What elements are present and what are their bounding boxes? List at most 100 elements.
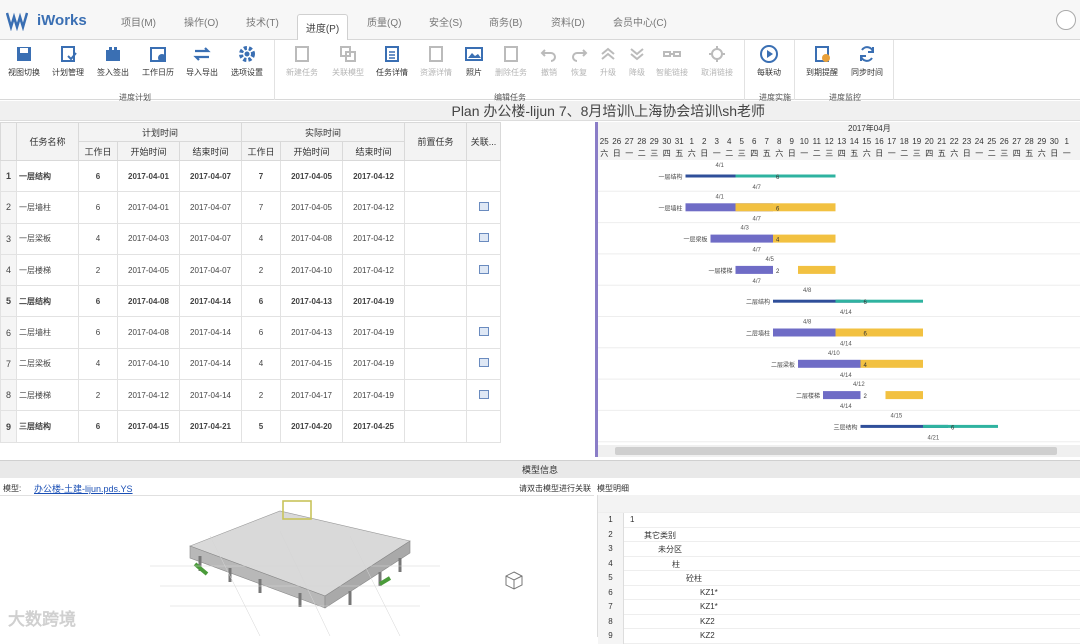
predecessor-cell[interactable] (404, 222, 468, 255)
cell-aw[interactable]: 7 (241, 191, 282, 224)
tree-node-label[interactable]: 柱 (672, 559, 680, 570)
row-number[interactable]: 6 (0, 316, 17, 349)
cell-pe[interactable]: 2017-04-07 (178, 222, 243, 255)
cell-pw[interactable]: 6 (78, 410, 118, 443)
cell-pw[interactable]: 6 (78, 191, 118, 224)
cell-ps[interactable]: 2017-04-08 (117, 316, 180, 349)
cell-pe[interactable]: 2017-04-07 (178, 159, 243, 193)
tab-project[interactable]: 项目(M) (121, 14, 156, 29)
cell-as[interactable]: 2017-04-17 (280, 379, 344, 412)
task-detail-button[interactable]: 任务详情 (376, 44, 408, 78)
undo-button[interactable]: 撤销 (539, 44, 559, 78)
cell-ps[interactable]: 2017-04-15 (117, 410, 180, 443)
table-row[interactable]: 6 二层墙柱 6 2017-04-08 2017-04-14 6 2017-04-13 201… (0, 316, 502, 349)
cell-aw[interactable]: 4 (241, 222, 282, 255)
cell-ps[interactable]: 2017-04-01 (117, 191, 180, 224)
cell-pw[interactable]: 2 (78, 253, 118, 287)
tree-row[interactable]: 8 KZ2 (598, 614, 1080, 629)
tree-row[interactable]: 11 (598, 513, 1080, 528)
tree-node-label[interactable]: 1 (630, 515, 634, 524)
tab-technology[interactable]: 技术(T) (246, 14, 279, 29)
tab-business[interactable]: 商务(B) (489, 14, 522, 29)
actual-workdays-header[interactable]: 工作日 (241, 141, 282, 161)
cell-ae[interactable]: 2017-04-12 (342, 253, 406, 287)
tree-node-label[interactable]: 砼柱 (686, 573, 702, 584)
table-row[interactable]: 7 二层梁板 4 2017-04-10 2017-04-14 4 2017-04-15 201… (0, 347, 502, 381)
plan-manage-button[interactable]: 计划管理 (52, 44, 84, 78)
tree-node-label[interactable]: KZ1* (700, 602, 718, 611)
cell-aw[interactable]: 7 (241, 159, 282, 193)
cell-ps[interactable]: 2017-04-08 (117, 285, 180, 318)
planned-workdays-header[interactable]: 工作日 (78, 141, 118, 161)
due-reminder-button[interactable]: 到期提醒 (806, 44, 838, 78)
cell-ae[interactable]: 2017-04-12 (342, 159, 406, 193)
cell-as[interactable]: 2017-04-15 (280, 347, 344, 381)
model-link-icon[interactable] (478, 327, 489, 337)
cell-pw[interactable]: 2 (78, 379, 118, 412)
downgrade-button[interactable]: 降级 (627, 44, 647, 78)
task-name-cell[interactable]: 二层梁板 (16, 347, 79, 381)
cell-ps[interactable]: 2017-04-05 (117, 253, 180, 287)
cell-aw[interactable]: 5 (241, 410, 282, 443)
related-cell[interactable] (466, 347, 502, 381)
task-name-header[interactable]: 任务名称 (16, 122, 79, 161)
predecessor-cell[interactable] (404, 379, 468, 412)
table-row[interactable]: 4 一层楼梯 2 2017-04-05 2017-04-07 2 2017-04-10 201… (0, 253, 502, 287)
related-cell[interactable] (466, 285, 502, 318)
related-cell[interactable] (466, 379, 502, 412)
tree-row[interactable]: 9 KZ2 (598, 629, 1080, 644)
table-row[interactable]: 1 一层结构 6 2017-04-01 2017-04-07 7 2017-04-05 201… (0, 159, 502, 193)
cell-pe[interactable]: 2017-04-14 (178, 316, 243, 349)
predecessor-cell[interactable] (404, 191, 468, 224)
cell-ps[interactable]: 2017-04-01 (117, 159, 180, 193)
related-cell[interactable] (466, 410, 502, 443)
task-name-cell[interactable]: 一层梁板 (16, 222, 79, 255)
tree-node-label[interactable]: KZ2 (700, 617, 715, 626)
cell-ae[interactable]: 2017-04-19 (342, 285, 406, 318)
gantt-scroll-thumb[interactable] (615, 447, 1057, 455)
cell-pw[interactable]: 6 (78, 316, 118, 349)
photo-button[interactable]: 照片 (464, 44, 484, 78)
import-export-button[interactable]: 导入导出 (186, 44, 218, 78)
predecessor-header[interactable]: 前置任务 (404, 122, 468, 161)
actual-end-header[interactable]: 结束时间 (342, 141, 406, 161)
user-avatar-icon[interactable] (1056, 10, 1076, 30)
view-switch-button[interactable]: 视图切换 (8, 44, 40, 78)
model-link-icon[interactable] (478, 264, 489, 274)
cell-ps[interactable]: 2017-04-10 (117, 347, 180, 381)
row-number[interactable]: 7 (0, 347, 17, 381)
predecessor-cell[interactable] (404, 316, 468, 349)
row-number[interactable]: 8 (0, 379, 17, 412)
cell-aw[interactable]: 2 (241, 253, 282, 287)
planned-end-header[interactable]: 结束时间 (178, 141, 243, 161)
tab-operation[interactable]: 操作(O) (184, 14, 218, 29)
new-task-button[interactable]: 新建任务 (286, 44, 318, 78)
cell-ae[interactable]: 2017-04-12 (342, 222, 406, 255)
task-name-cell[interactable]: 二层墙柱 (16, 316, 79, 349)
tree-node-label[interactable]: KZ2 (700, 631, 715, 640)
table-row[interactable]: 9 三层结构 6 2017-04-15 2017-04-21 5 2017-04-20 201… (0, 410, 502, 443)
tree-node-label[interactable]: 其它类别 (644, 530, 676, 541)
row-number[interactable]: 9 (0, 410, 17, 443)
cell-aw[interactable]: 6 (241, 316, 282, 349)
cancel-link-button[interactable]: 取消链接 (701, 44, 733, 78)
task-name-cell[interactable]: 三层结构 (16, 410, 79, 443)
linkage-button[interactable]: 每联动 (757, 44, 781, 78)
related-cell[interactable] (466, 253, 502, 287)
related-cell[interactable] (466, 222, 502, 255)
tree-row[interactable]: 6 KZ1* (598, 585, 1080, 600)
row-number[interactable]: 5 (0, 285, 17, 318)
cell-ae[interactable]: 2017-04-19 (342, 316, 406, 349)
task-name-cell[interactable]: 二层楼梯 (16, 379, 79, 412)
cell-ae[interactable]: 2017-04-19 (342, 379, 406, 412)
table-row[interactable]: 8 二层楼梯 2 2017-04-12 2017-04-14 2 2017-04-17 201… (0, 379, 502, 412)
cell-aw[interactable]: 6 (241, 285, 282, 318)
smart-link-button[interactable]: 智能链接 (656, 44, 688, 78)
cell-pe[interactable]: 2017-04-21 (178, 410, 243, 443)
cell-ae[interactable]: 2017-04-12 (342, 191, 406, 224)
cell-aw[interactable]: 4 (241, 347, 282, 381)
tree-row[interactable]: 5 砼柱 (598, 571, 1080, 586)
task-name-cell[interactable]: 二层结构 (16, 285, 79, 318)
task-name-cell[interactable]: 一层楼梯 (16, 253, 79, 287)
cell-as[interactable]: 2017-04-13 (280, 316, 344, 349)
